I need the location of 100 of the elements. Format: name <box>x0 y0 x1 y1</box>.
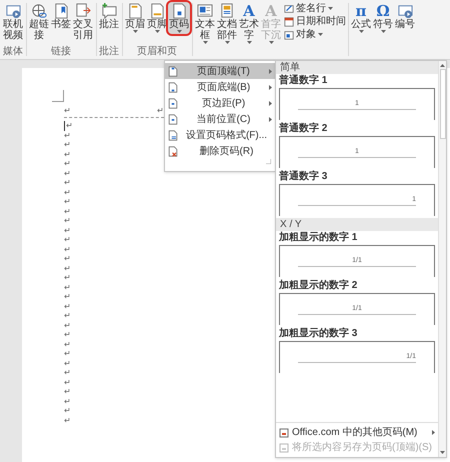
paragraph-mark: ↵ <box>64 206 71 216</box>
ribbon-button[interactable]: 超链接 <box>28 2 50 42</box>
cross-reference-icon <box>75 3 91 19</box>
menu-item[interactable]: 页面顶端(T) <box>165 63 275 79</box>
paragraph-mark: ↵ <box>64 273 71 282</box>
paragraph-mark: ↵ <box>64 282 71 292</box>
caret-icon <box>202 41 208 44</box>
caret-icon <box>154 30 160 33</box>
page-top-icon <box>168 66 178 76</box>
paragraph-mark: ↵ <box>64 216 71 226</box>
page-number-icon <box>171 3 187 19</box>
group-label: 链接 <box>51 46 71 57</box>
paragraph-mark: ↵ <box>64 349 71 358</box>
caret-icon <box>268 41 274 44</box>
paragraph-mark: ↵ <box>64 178 71 188</box>
ribbon-button[interactable]: 文本框 <box>194 2 216 45</box>
ribbon-button[interactable]: 批注 <box>98 2 120 31</box>
format-icon <box>168 130 178 140</box>
globe-link-icon <box>31 3 47 19</box>
paragraph-mark: ↵ <box>64 197 71 206</box>
margin-corner-mark <box>52 90 64 102</box>
ribbon-button[interactable]: 联机视频 <box>2 2 24 42</box>
ribbon-button[interactable]: 交叉引用 <box>72 2 94 42</box>
group-label: 媒体 <box>3 46 23 57</box>
paragraph-mark: ↵ <box>64 226 71 235</box>
ribbon-button[interactable]: 编号 <box>394 2 416 31</box>
submenu-arrow-icon <box>269 84 272 90</box>
paragraph-mark: ↵ <box>64 368 71 378</box>
paragraph-mark: ↵ <box>64 244 71 254</box>
submenu-arrow-icon <box>269 100 272 106</box>
delete-page-number-icon <box>168 146 178 156</box>
page-margin-icon <box>168 98 178 108</box>
ribbon-small-button[interactable]: 日期和时间 <box>284 15 346 28</box>
menu-item[interactable]: 页边距(P) <box>165 95 275 111</box>
gallery-item-label: 加粗显示的数字 3 <box>279 328 358 339</box>
caret-icon <box>176 30 182 33</box>
group-label: 页眉和页 <box>137 46 177 57</box>
header-icon <box>127 3 143 19</box>
footer-icon <box>149 3 165 19</box>
ribbon-button[interactable]: 书签 <box>50 2 72 31</box>
submenu-arrow-icon <box>269 116 272 122</box>
paragraph-mark: ↵ <box>64 378 71 387</box>
menu-item[interactable]: 当前位置(C) <box>165 111 275 127</box>
symbol-icon: π <box>356 3 366 19</box>
section-header: X / Y <box>276 218 438 231</box>
caret-icon <box>246 41 252 44</box>
paragraph-mark: ↵ <box>64 140 71 150</box>
section-header: 简单 <box>276 61 438 74</box>
calendar-icon <box>284 16 294 26</box>
menu-item[interactable]: 页面底端(B) <box>165 79 275 95</box>
symbol-icon: Ω <box>376 3 390 19</box>
ribbon-button[interactable]: Ω 符号 <box>372 2 394 34</box>
paragraph-mark: ↵ <box>64 188 71 197</box>
ribbon-button[interactable]: 页码 <box>168 2 190 34</box>
gallery-item-label: 普通数字 2 <box>279 123 328 134</box>
page-cursor-icon <box>168 114 178 124</box>
paragraph-mark: ↵ <box>64 406 71 416</box>
paragraph-mark: ↵ <box>64 264 71 273</box>
gallery-item-label: 普通数字 1 <box>279 75 328 86</box>
ribbon-small-button[interactable]: 签名行 <box>284 2 346 15</box>
paragraph-mark: ↵ <box>64 396 71 406</box>
paragraph-mark: ↵ <box>64 330 71 340</box>
caret-icon <box>224 41 230 44</box>
gallery-item-label: 加粗显示的数字 1 <box>279 232 358 243</box>
caret-icon <box>318 33 323 36</box>
menu-item[interactable]: 设置页码格式(F)... <box>165 127 275 143</box>
gallery-item-label: 加粗显示的数字 2 <box>279 280 358 291</box>
paragraph-mark: ↵ <box>64 358 71 368</box>
group-label: 批注 <box>99 46 119 57</box>
paragraph-mark: ↵ <box>64 320 71 330</box>
ribbon-button[interactable]: A 艺术字 <box>238 2 260 45</box>
resize-grip-icon <box>266 159 271 164</box>
submenu-arrow-icon <box>432 430 435 435</box>
paragraph-mark: ↵ <box>64 159 71 168</box>
web-page-icon <box>279 428 289 438</box>
comment-add-icon <box>101 3 117 19</box>
caret-icon <box>132 30 138 33</box>
scroll-thumb[interactable] <box>440 69 446 139</box>
paragraph-mark: ↵ <box>64 168 71 178</box>
submenu-arrow-icon <box>269 68 272 74</box>
paragraph-mark: ↵ <box>64 302 71 311</box>
ribbon-button[interactable]: π 公式 <box>350 2 372 34</box>
symbol-icon: A <box>265 3 277 19</box>
caret-icon <box>380 30 386 33</box>
ribbon-button[interactable]: 页眉 <box>124 2 146 34</box>
document-parts-icon <box>219 3 235 19</box>
menu-item[interactable]: Office.com 中的其他页码(M) <box>276 425 438 440</box>
gallery-item-label: 普通数字 3 <box>279 171 328 182</box>
paragraph-mark: ↵ <box>64 292 71 302</box>
paragraph-mark: ↵ <box>64 340 71 349</box>
ribbon-small-button[interactable]: 对象 <box>284 28 346 41</box>
object-icon <box>284 30 294 40</box>
caret-icon <box>328 7 333 10</box>
paragraph-mark: ↵ <box>64 416 71 425</box>
scrollbar[interactable] <box>438 61 446 457</box>
paragraph-mark: ↵ <box>64 311 71 320</box>
page-bottom-icon <box>168 82 178 92</box>
menu-item[interactable]: 删除页码(R) <box>165 143 275 159</box>
ribbon-button[interactable]: 文档部件 <box>216 2 238 45</box>
paragraph-mark: ↵ <box>64 106 71 115</box>
